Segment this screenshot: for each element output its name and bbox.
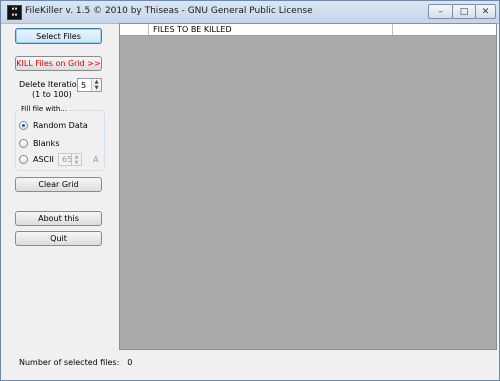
window-title: FileKiller v. 1.5 © 2010 by Thiseas - GN… bbox=[25, 6, 313, 16]
minimize-button[interactable]: – bbox=[428, 4, 453, 19]
fill-option-random-data[interactable]: Random Data bbox=[19, 121, 88, 130]
close-icon: ✕ bbox=[481, 6, 490, 17]
radio-unchecked-icon[interactable] bbox=[19, 155, 28, 164]
grid-header: FILES TO BE KILLED bbox=[120, 24, 496, 36]
title-bar[interactable]: ▪▪ ▪▪ FileKiller v. 1.5 © 2010 by Thiseas… bbox=[1, 1, 499, 24]
fill-file-group-label: Fill file with... bbox=[19, 105, 69, 113]
delete-iterations-range: (1 to 100) bbox=[32, 90, 72, 99]
selected-files-count: 0 bbox=[127, 358, 133, 367]
fill-option-label: Blanks bbox=[33, 139, 60, 148]
fill-option-label: Random Data bbox=[33, 121, 88, 130]
kill-files-button[interactable]: KILL Files on Grid >> bbox=[15, 56, 102, 71]
files-grid[interactable]: FILES TO BE KILLED bbox=[119, 23, 497, 350]
delete-iterations-stepper[interactable]: 5 ▲ ▼ bbox=[77, 78, 102, 92]
selected-files-label: Number of selected files: bbox=[19, 358, 120, 367]
quit-button[interactable]: Quit bbox=[15, 231, 102, 246]
about-button[interactable]: About this bbox=[15, 211, 102, 226]
status-bar: Number of selected files: 0 bbox=[19, 358, 132, 367]
delete-iterations-label: Delete Iterations bbox=[19, 80, 86, 89]
close-button[interactable]: ✕ bbox=[475, 4, 496, 19]
maximize-button[interactable]: □ bbox=[452, 4, 476, 19]
ascii-code-stepper[interactable]: 65 ▲ ▼ bbox=[58, 153, 82, 166]
maximize-icon: □ bbox=[459, 6, 469, 17]
clear-grid-button[interactable]: Clear Grid bbox=[15, 177, 102, 192]
fill-option-ascii[interactable]: ASCII bbox=[19, 155, 54, 164]
grid-column-divider[interactable] bbox=[392, 24, 393, 35]
grid-column-header[interactable]: FILES TO BE KILLED bbox=[153, 25, 232, 34]
fill-option-blanks[interactable]: Blanks bbox=[19, 139, 59, 148]
grid-corner-cell[interactable] bbox=[120, 24, 149, 35]
fill-option-label: ASCII bbox=[33, 155, 54, 164]
minimize-icon: – bbox=[438, 6, 443, 17]
radio-checked-icon[interactable] bbox=[19, 121, 28, 130]
delete-iterations-value[interactable]: 5 bbox=[81, 81, 86, 90]
app-window: ▪▪ ▪▪ FileKiller v. 1.5 © 2010 by Thiseas… bbox=[0, 0, 500, 381]
app-icon[interactable]: ▪▪ ▪▪ bbox=[7, 5, 22, 20]
ascii-char-preview: A bbox=[93, 155, 99, 164]
stepper-down-icon: ▼ bbox=[74, 160, 79, 166]
radio-unchecked-icon[interactable] bbox=[19, 139, 28, 148]
select-files-button[interactable]: Select Files bbox=[15, 28, 102, 44]
stepper-down-icon[interactable]: ▼ bbox=[92, 85, 101, 91]
